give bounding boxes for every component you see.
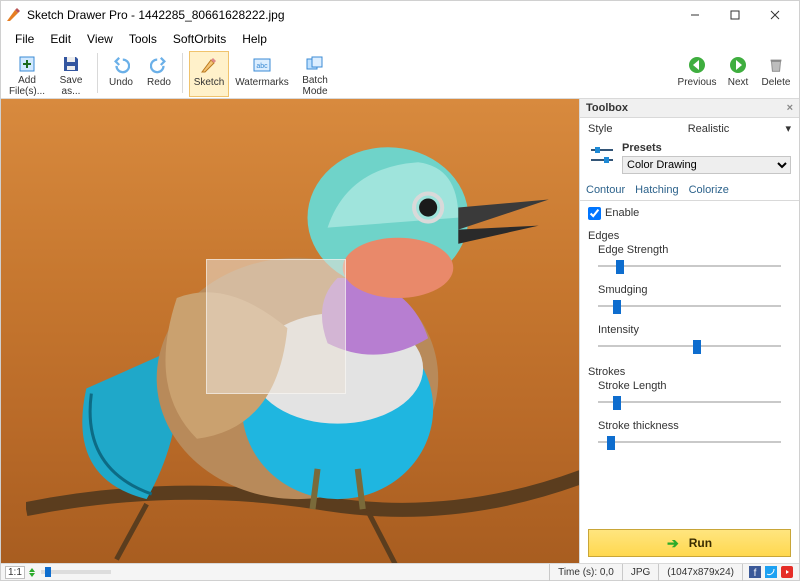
trash-icon [767,54,785,76]
run-button[interactable]: ➔ Run [588,529,791,557]
toolbox-title: Toolbox [586,102,628,114]
smudging-label: Smudging [580,282,799,296]
maximize-button[interactable] [715,1,755,29]
menu-edit[interactable]: Edit [42,30,79,48]
stroke-thickness-label: Stroke thickness [580,418,799,432]
arrow-right-icon [728,54,748,76]
status-dims: (1047x879x24) [658,564,742,581]
style-value: Realistic [636,123,781,135]
minimize-button[interactable] [675,1,715,29]
style-row[interactable]: Style Realistic ▾ [580,118,799,139]
save-as-button[interactable]: Save as... [51,51,91,97]
zoom-down-icon[interactable] [29,573,35,577]
stroke-length-slider[interactable] [598,394,781,410]
svg-text:f: f [754,568,757,578]
chevron-down-icon: ▾ [781,122,791,135]
menu-softorbits[interactable]: SoftOrbits [165,30,234,48]
menu-tools[interactable]: Tools [121,30,165,48]
title-bar: Sketch Drawer Pro - 1442285_80661628222.… [1,1,799,29]
intensity-label: Intensity [580,322,799,336]
arrow-left-icon [687,54,707,76]
status-time: Time (s): 0,0 [549,564,622,581]
tab-hatching[interactable]: Hatching [635,180,678,200]
sketch-button[interactable]: Sketch [189,51,229,97]
facebook-icon[interactable]: f [749,566,761,578]
undo-icon [112,54,130,76]
tab-colorize[interactable]: Colorize [689,180,729,200]
save-icon [61,54,81,74]
intensity-slider[interactable] [598,338,781,354]
image-canvas[interactable] [1,99,579,565]
svg-text:abc: abc [256,63,268,70]
app-icon [5,7,21,23]
play-icon: ➔ [667,535,679,552]
undo-button[interactable]: Undo [104,51,138,97]
edges-group: Edges [580,226,799,242]
add-files-button[interactable]: Add File(s)... [7,51,47,97]
batch-icon [305,54,325,74]
stroke-length-label: Stroke Length [580,378,799,392]
watermark-icon: abc [252,54,272,76]
twitter-icon[interactable] [765,566,777,578]
menu-bar: File Edit View Tools SoftOrbits Help [1,29,799,49]
strokes-group: Strokes [580,362,799,378]
presets-select[interactable]: Color Drawing [622,156,791,174]
social-links: f [742,564,799,581]
menu-file[interactable]: File [7,30,42,48]
previous-button[interactable]: Previous [677,51,717,97]
status-format: JPG [622,564,658,581]
pencil-icon [199,54,219,76]
main-toolbar: Add File(s)... Save as... Undo Redo Sket… [1,49,799,99]
toolbox-close-icon[interactable]: × [787,102,793,114]
content-area: Toolbox × Style Realistic ▾ Presets Colo… [1,99,799,565]
stroke-thickness-slider[interactable] [598,434,781,450]
next-button[interactable]: Next [721,51,755,97]
edge-strength-label: Edge Strength [580,242,799,256]
style-label: Style [588,123,636,135]
toolbox-header: Toolbox × [580,99,799,118]
redo-icon [150,54,168,76]
window-title: Sketch Drawer Pro - 1442285_80661628222.… [27,8,285,22]
watermarks-button[interactable]: abc Watermarks [233,51,291,97]
presets-label: Presets [622,142,791,154]
menu-help[interactable]: Help [234,30,275,48]
zoom-value[interactable]: 1:1 [5,566,25,579]
toolbox-panel: Toolbox × Style Realistic ▾ Presets Colo… [579,99,799,565]
enable-checkbox[interactable]: Enable [588,207,639,219]
close-button[interactable] [755,1,795,29]
edge-strength-slider[interactable] [598,258,781,274]
zoom-stepper[interactable] [29,568,35,577]
presets-icon [588,142,616,168]
smudging-slider[interactable] [598,298,781,314]
zoom-up-icon[interactable] [29,568,35,572]
status-bar: 1:1 Time (s): 0,0 JPG (1047x879x24) f [1,563,799,580]
tab-contour[interactable]: Contour [586,180,625,200]
zoom-slider[interactable] [41,570,111,574]
sketch-preview-overlay [206,259,346,394]
menu-view[interactable]: View [79,30,121,48]
batch-mode-button[interactable]: Batch Mode [295,51,335,97]
redo-button[interactable]: Redo [142,51,176,97]
add-icon [17,54,37,74]
youtube-icon[interactable] [781,566,793,578]
toolbox-tabs: Contour Hatching Colorize [580,180,799,201]
delete-button[interactable]: Delete [759,51,793,97]
